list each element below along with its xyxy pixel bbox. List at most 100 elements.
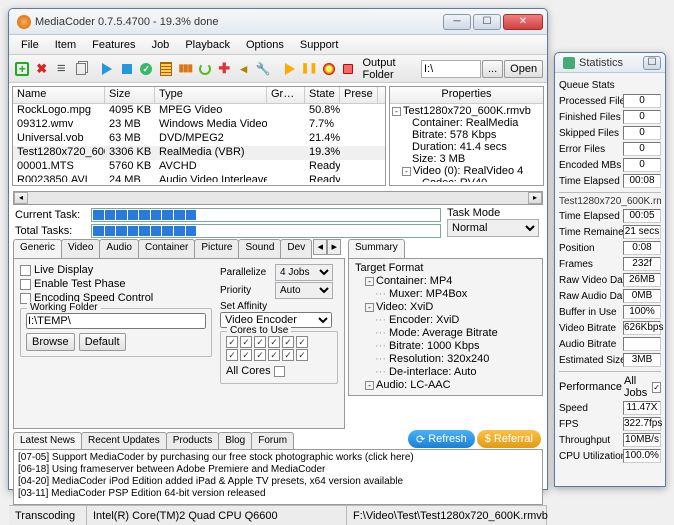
table-row[interactable]: 09312.wmv23 MBWindows Media Video7.7% (13, 118, 385, 132)
tab-latest-news[interactable]: Latest News (13, 432, 82, 449)
tab-blog[interactable]: Blog (218, 432, 252, 449)
minimize-button[interactable]: ─ (443, 14, 471, 30)
news-item[interactable]: [03-11] MediaCoder PSP Edition 64-bit ve… (18, 488, 538, 500)
tab-video[interactable]: Video (61, 239, 100, 258)
table-row[interactable]: 00001.MTS5760 KBAVCHDReady (13, 160, 385, 174)
tab-products[interactable]: Products (166, 432, 219, 449)
menu-file[interactable]: File (13, 37, 47, 53)
table-row[interactable]: R0023850.AVI24 MBAudio Video InterleaveR… (13, 174, 385, 182)
scroll-left-icon[interactable]: ◂ (14, 192, 28, 204)
start-button[interactable] (281, 58, 300, 80)
copy-button[interactable] (72, 58, 91, 80)
output-folder-browse-button[interactable]: ... (482, 60, 503, 78)
menu-job[interactable]: Job (144, 37, 178, 53)
tab-audio[interactable]: Audio (99, 239, 139, 258)
stat-value: 3MB (623, 353, 661, 367)
prev-button[interactable] (235, 58, 254, 80)
core-checkbox[interactable] (296, 349, 308, 361)
working-folder-browse-button[interactable]: Browse (26, 333, 75, 351)
wait-button[interactable] (320, 58, 339, 80)
col-preset[interactable]: Prese (340, 87, 378, 103)
tab-container[interactable]: Container (138, 239, 195, 258)
refresh-button[interactable] (196, 58, 215, 80)
menu-options[interactable]: Options (238, 37, 292, 53)
cell-type: Windows Media Video (155, 118, 267, 132)
working-folder-input[interactable] (26, 313, 206, 329)
close-button[interactable]: ✕ (503, 14, 543, 30)
stop-button[interactable] (118, 58, 137, 80)
core-checkbox[interactable] (240, 336, 252, 348)
maximize-button[interactable]: ☐ (473, 14, 501, 30)
tab-generic[interactable]: Generic (13, 239, 62, 258)
tools-button[interactable] (254, 58, 273, 80)
film-button[interactable] (157, 58, 176, 80)
tab-recent-updates[interactable]: Recent Updates (81, 432, 167, 449)
output-folder-open-button[interactable]: Open (504, 60, 543, 78)
core-checkbox[interactable] (282, 349, 294, 361)
table-row[interactable]: RockLogo.mpg4095 KBMPEG Video50.8% (13, 104, 385, 118)
list-button[interactable] (52, 58, 71, 80)
col-type[interactable]: Type (155, 87, 267, 103)
tree-toggle-icon[interactable]: - (365, 381, 374, 390)
table-row[interactable]: Test1280x720_600K.rmvb3306 KBRealMedia (… (13, 146, 385, 160)
file-list-scrollbar[interactable]: ◂ ▸ (13, 191, 543, 205)
add-file-button[interactable] (13, 58, 32, 80)
tab-summary[interactable]: Summary (348, 239, 405, 258)
all-cores-checkbox[interactable] (274, 366, 285, 377)
task-mode-select[interactable]: Normal (447, 219, 539, 237)
menu-playback[interactable]: Playback (177, 37, 238, 53)
stats-titlebar[interactable]: Statistics ☐ (555, 53, 665, 73)
pause-button[interactable] (300, 58, 319, 80)
news-refresh-button[interactable]: ⟳Refresh (408, 430, 475, 448)
tabs-scroll-left[interactable]: ◂ (313, 239, 327, 255)
news-list[interactable]: [07-05] Support MediaCoder by purchasing… (13, 449, 543, 505)
news-referral-button[interactable]: $Referral (477, 430, 541, 448)
tree-toggle-icon[interactable]: - (402, 167, 411, 176)
file-list[interactable]: Name Size Type Group State Prese RockLog… (12, 86, 386, 186)
news-item[interactable]: [06-18] Using frameserver between Adobe … (18, 464, 538, 476)
core-checkbox[interactable] (226, 349, 238, 361)
col-name[interactable]: Name (13, 87, 105, 103)
play-button[interactable] (98, 58, 117, 80)
scroll-right-icon[interactable]: ▸ (528, 192, 542, 204)
core-checkbox[interactable] (268, 336, 280, 348)
core-checkbox[interactable] (226, 336, 238, 348)
menu-features[interactable]: Features (84, 37, 143, 53)
tab-dev[interactable]: Dev (280, 239, 312, 258)
tabs-scroll-right[interactable]: ▸ (327, 239, 341, 255)
plugin-button[interactable] (215, 58, 234, 80)
output-folder-input[interactable] (421, 60, 481, 78)
core-checkbox[interactable] (268, 349, 280, 361)
menu-item[interactable]: Item (47, 37, 84, 53)
core-checkbox[interactable] (254, 336, 266, 348)
check-button[interactable] (137, 58, 156, 80)
save-preset-button[interactable] (339, 58, 358, 80)
all-jobs-checkbox[interactable] (652, 382, 661, 393)
core-checkbox[interactable] (296, 336, 308, 348)
col-size[interactable]: Size (105, 87, 155, 103)
tab-sound[interactable]: Sound (238, 239, 281, 258)
stats-button[interactable] (176, 58, 195, 80)
news-item[interactable]: [04-20] MediaCoder iPod Edition added iP… (18, 476, 538, 488)
tree-toggle-icon[interactable]: - (365, 277, 374, 286)
news-item[interactable]: [07-05] Support MediaCoder by purchasing… (18, 452, 538, 464)
col-group[interactable]: Group (267, 87, 305, 103)
parallelize-select[interactable]: 4 Jobs (275, 264, 333, 281)
remove-file-button[interactable] (33, 58, 52, 80)
core-checkbox[interactable] (282, 336, 294, 348)
tree-toggle-icon[interactable]: - (365, 303, 374, 312)
priority-select[interactable]: Auto (275, 282, 333, 299)
test-phase-checkbox[interactable] (20, 279, 31, 290)
tab-picture[interactable]: Picture (194, 239, 239, 258)
table-row[interactable]: Universal.vob63 MBDVD/MPEG221.4% (13, 132, 385, 146)
core-checkbox[interactable] (254, 349, 266, 361)
stats-restore-button[interactable]: ☐ (643, 56, 661, 70)
live-display-checkbox[interactable] (20, 265, 31, 276)
tab-forum[interactable]: Forum (251, 432, 294, 449)
menu-support[interactable]: Support (292, 37, 347, 53)
titlebar[interactable]: MediaCoder 0.7.5.4700 - 19.3% done ─ ☐ ✕ (9, 9, 547, 35)
col-state[interactable]: State (305, 87, 340, 103)
core-checkbox[interactable] (240, 349, 252, 361)
tree-toggle-icon[interactable]: - (392, 107, 401, 116)
working-folder-default-button[interactable]: Default (79, 333, 126, 351)
